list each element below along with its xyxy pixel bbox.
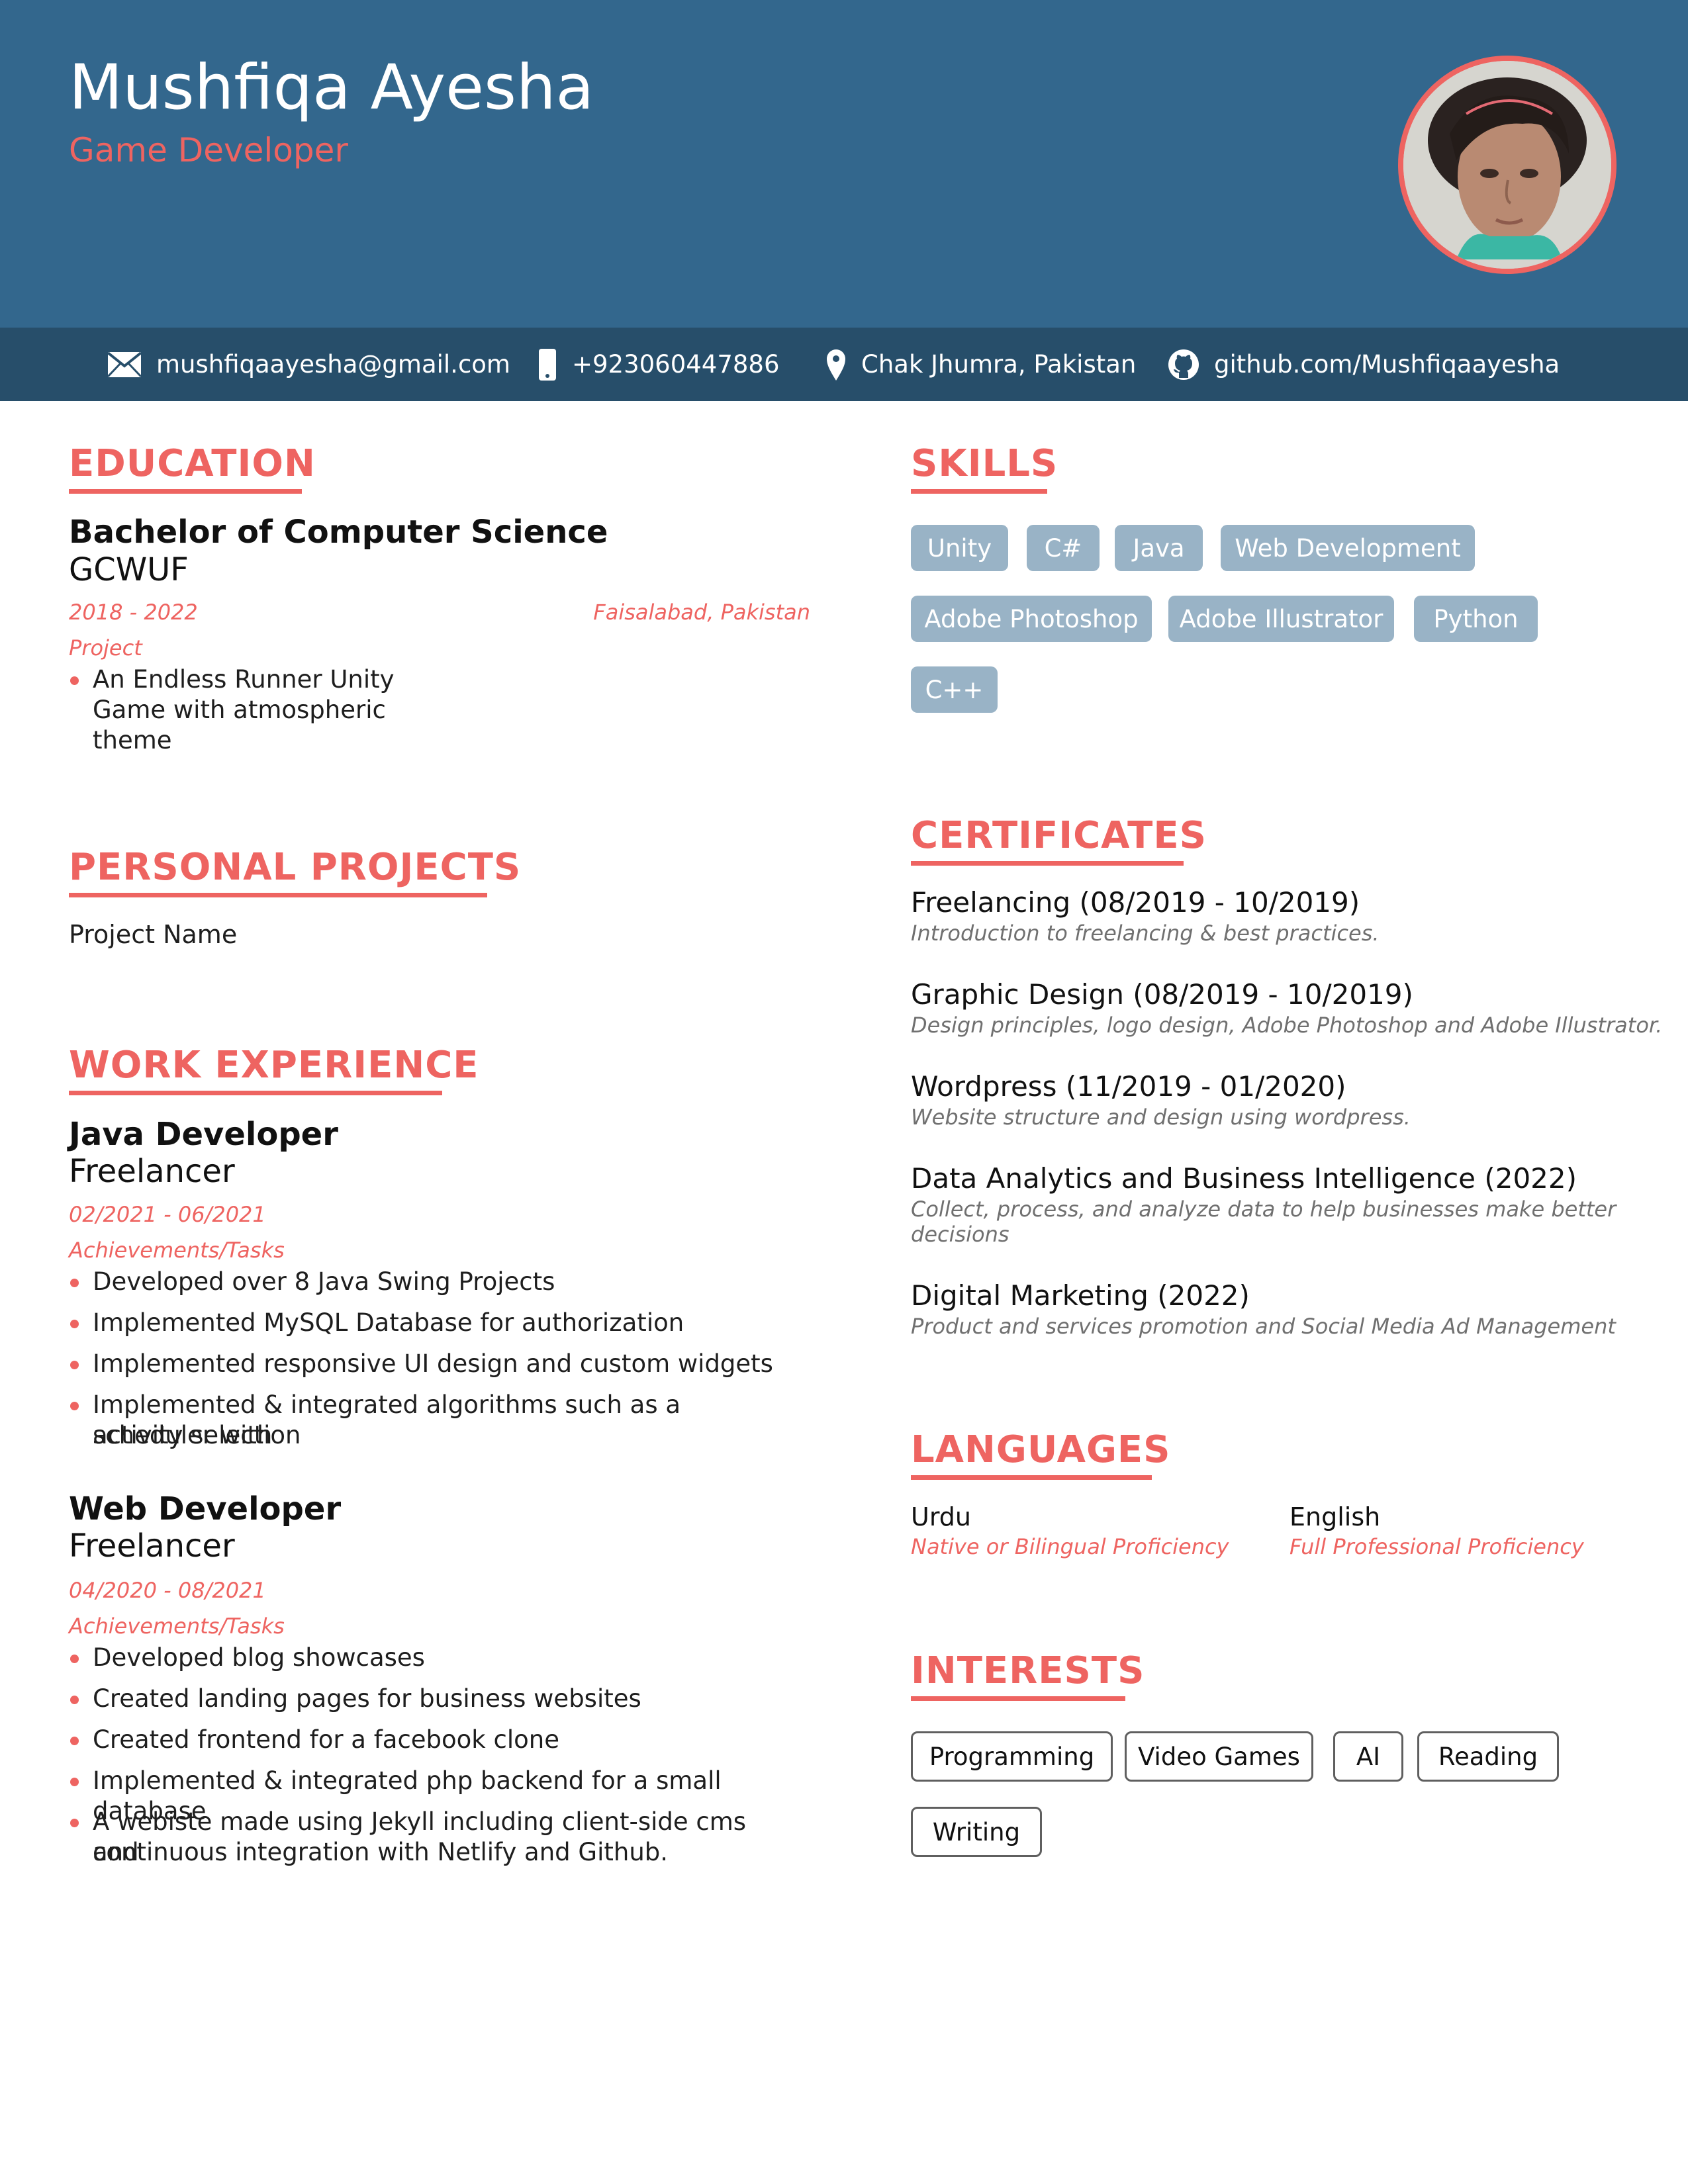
- job-company: Freelancer: [69, 1153, 235, 1190]
- certificate-title: Wordpress (11/2019 - 01/2020): [911, 1070, 1346, 1103]
- skill-chip: Adobe Illustrator: [1168, 596, 1394, 642]
- section-divider: [69, 893, 487, 897]
- skill-chip: Java: [1115, 525, 1203, 571]
- candidate-name: Mushfiqa Ayesha: [69, 52, 594, 124]
- contact-location: Chak Jhumra, Pakistan: [825, 328, 1136, 401]
- skill-chip: Python: [1414, 596, 1538, 642]
- section-divider: [69, 489, 302, 494]
- job-dates: 02/2021 - 06/2021: [69, 1202, 266, 1227]
- certificate-title: Data Analytics and Business Intelligence…: [911, 1162, 1577, 1195]
- section-divider: [911, 1475, 1152, 1480]
- bullet-dot: [70, 1320, 79, 1328]
- skill-chip: Unity: [911, 525, 1008, 571]
- job-company: Freelancer: [69, 1527, 235, 1565]
- education-location: Faisalabad, Pakistan: [593, 600, 810, 625]
- interest-tag: Programming: [911, 1731, 1113, 1782]
- email-text: mushfiqaayesha@gmail.com: [156, 350, 510, 379]
- job-title: Web Developer: [69, 1490, 342, 1527]
- location-text: Chak Jhumra, Pakistan: [861, 350, 1137, 379]
- bullet-dot: [70, 1696, 79, 1704]
- certificate-description: Collect, process, and analyze data to he…: [911, 1197, 1617, 1222]
- skill-chip: C#: [1027, 525, 1100, 571]
- phone-text: +923060447886: [572, 350, 780, 379]
- language-level: Native or Bilingual Proficiency: [911, 1534, 1229, 1559]
- education-dates: 2018 - 2022: [69, 600, 198, 625]
- profile-photo: [1398, 56, 1617, 274]
- envelope-icon: [107, 351, 142, 378]
- certificate-description: Website structure and design using wordp…: [911, 1105, 1411, 1130]
- section-divider: [69, 1091, 442, 1095]
- language-level: Full Professional Proficiency: [1289, 1534, 1584, 1559]
- github-icon: [1168, 349, 1199, 381]
- interest-tag: Writing: [911, 1807, 1042, 1857]
- bullet-dot: [70, 1402, 79, 1410]
- bullet-dot: [70, 1279, 79, 1287]
- tasks-label: Achievements/Tasks: [69, 1238, 285, 1263]
- tasks-label: Achievements/Tasks: [69, 1614, 285, 1639]
- school-name: GCWUF: [69, 551, 189, 588]
- certificate-description: Design principles, logo design, Adobe Ph…: [911, 1013, 1663, 1038]
- certificate-description: decisions: [911, 1222, 1009, 1247]
- certificate-title: Graphic Design (08/2019 - 10/2019): [911, 978, 1413, 1011]
- certificate-description: Product and services promotion and Socia…: [911, 1314, 1616, 1339]
- task-text: Developed blog showcases: [93, 1643, 425, 1672]
- skill-chip: Web Development: [1221, 525, 1475, 571]
- certificates-heading: CERTIFICATES: [911, 814, 1207, 857]
- job-title: Java Developer: [69, 1116, 338, 1153]
- degree-title: Bachelor of Computer Science: [69, 514, 608, 551]
- skill-chip: Adobe Photoshop: [911, 596, 1152, 642]
- task-text: Implemented responsive UI design and cus…: [93, 1349, 773, 1378]
- section-divider: [911, 489, 1047, 494]
- bullet-dot: [70, 1778, 79, 1786]
- skill-chip: C++: [911, 666, 998, 713]
- contact-email[interactable]: mushfiqaayesha@gmail.com: [107, 328, 510, 401]
- section-divider: [911, 861, 1184, 866]
- skills-heading: SKILLS: [911, 442, 1058, 485]
- bullet-dot: [70, 1655, 79, 1663]
- contact-phone[interactable]: +923060447886: [538, 328, 780, 401]
- github-text: github.com/Mushfiqaayesha: [1214, 350, 1560, 379]
- candidate-role: Game Developer: [69, 131, 348, 169]
- interest-tag: Reading: [1417, 1731, 1559, 1782]
- task-text: continuous integration with Netlify and …: [93, 1838, 669, 1866]
- personal-projects-heading: PERSONAL PROJECTS: [69, 846, 522, 889]
- project-name: Project Name: [69, 920, 238, 949]
- project-line: theme: [93, 726, 172, 754]
- job-dates: 04/2020 - 08/2021: [69, 1578, 266, 1603]
- contact-bar: mushfiqaayesha@gmail.com +923060447886 C…: [0, 328, 1688, 401]
- interest-tag: Video Games: [1125, 1731, 1313, 1782]
- language-name: English: [1289, 1502, 1381, 1531]
- project-label: Project: [69, 635, 142, 660]
- project-line: An Endless Runner Unity: [93, 665, 395, 694]
- language-name: Urdu: [911, 1502, 971, 1531]
- task-text: activity selection: [93, 1421, 301, 1449]
- bullet-dot: [70, 676, 79, 685]
- education-heading: EDUCATION: [69, 442, 316, 485]
- work-experience-heading: WORK EXPERIENCE: [69, 1044, 479, 1087]
- bullet-dot: [70, 1737, 79, 1745]
- certificate-title: Digital Marketing (2022): [911, 1279, 1250, 1312]
- languages-heading: LANGUAGES: [911, 1428, 1171, 1471]
- section-divider: [911, 1696, 1125, 1701]
- certificate-description: Introduction to freelancing & best pract…: [911, 921, 1380, 946]
- task-text: Developed over 8 Java Swing Projects: [93, 1267, 555, 1296]
- interests-heading: INTERESTS: [911, 1649, 1145, 1692]
- certificate-title: Freelancing (08/2019 - 10/2019): [911, 886, 1360, 919]
- phone-icon: [538, 348, 557, 381]
- bullet-dot: [70, 1819, 79, 1827]
- resume-header: Mushfiqa Ayesha Game Developer: [0, 0, 1688, 328]
- task-text: Created landing pages for business websi…: [93, 1684, 641, 1713]
- contact-github[interactable]: github.com/Mushfiqaayesha: [1168, 328, 1560, 401]
- bullet-dot: [70, 1361, 79, 1369]
- task-text: Created frontend for a facebook clone: [93, 1725, 559, 1754]
- task-text: Implemented MySQL Database for authoriza…: [93, 1308, 684, 1337]
- interest-tag: AI: [1333, 1731, 1403, 1782]
- project-line: Game with atmospheric: [93, 696, 386, 724]
- map-pin-icon: [825, 348, 847, 381]
